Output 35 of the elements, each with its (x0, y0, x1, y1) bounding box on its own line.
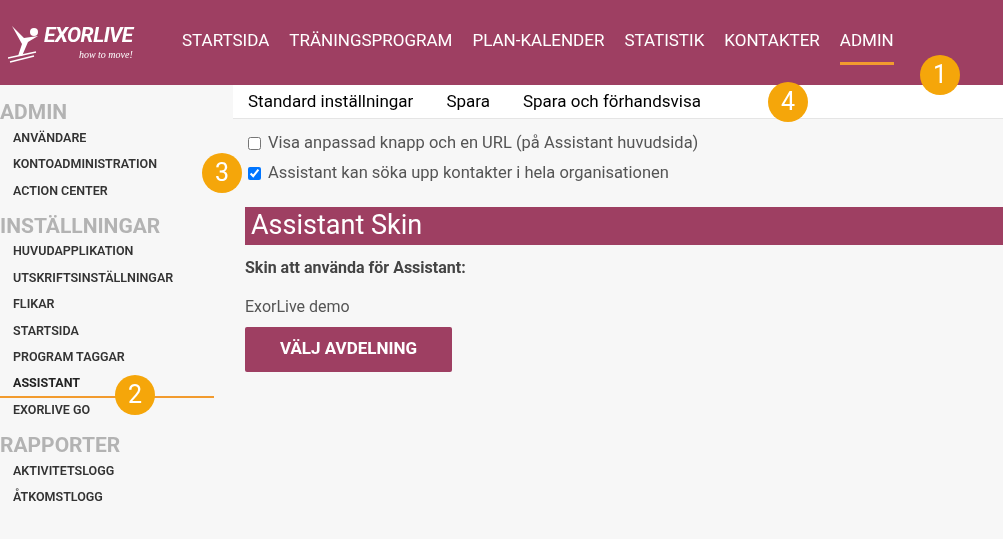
checkbox-label: Visa anpassad knapp och en URL (på Assistant huvudsida) (268, 132, 699, 154)
sidebar-item[interactable]: PROGRAM TAGGAR (13, 344, 125, 371)
toolbar-button[interactable]: Spara (446, 88, 490, 115)
checkbox[interactable] (248, 166, 261, 180)
nav-link[interactable]: PLAN-KALENDER (472, 20, 605, 65)
sidebar-heading: RAPPORTER (0, 432, 122, 458)
toolbar-button[interactable]: Standard inställningar (248, 88, 414, 115)
nav-link[interactable]: STATISTIK (624, 20, 705, 65)
sidebar-heading: ADMIN (0, 99, 69, 125)
field-value: ExorLive demo (245, 295, 351, 318)
sidebar-item[interactable]: KONTOADMINISTRATION (13, 151, 158, 178)
nav-link[interactable]: STARTSIDA (182, 20, 270, 65)
select-department-button[interactable]: VÄLJ AVDELNING (245, 326, 452, 372)
field-label: Skin att använda för Assistant: (245, 256, 467, 279)
toolbar-button[interactable]: Spara och förhandsvisa (522, 88, 701, 115)
sidebar-item[interactable]: EXORLIVE GO (13, 397, 91, 424)
sidebar-item[interactable]: STARTSIDA (13, 318, 79, 345)
callout-badge: 3 (202, 153, 242, 193)
sidebar-heading: INSTÄLLNINGAR (0, 212, 162, 239)
sidebar-item[interactable]: ACTION CENTER (13, 178, 108, 205)
sidebar-item[interactable]: HUVUDAPPLIKATION (13, 238, 134, 265)
checkbox[interactable] (248, 136, 261, 150)
sidebar-item[interactable]: ÅTKOMSTLOGG (13, 484, 103, 511)
checkbox-label: Assistant kan söka upp kontakter i hela organisationen (268, 161, 669, 184)
nav-link[interactable]: ADMIN (839, 20, 894, 65)
sidebar-item[interactable]: FLIKAR (13, 291, 55, 318)
sidebar-item[interactable]: AKTIVITETSLOGG (13, 458, 115, 485)
sidebar-item[interactable]: UTSKRIFTSINSTÄLLNINGAR (13, 265, 174, 292)
callout-badge: 2 (115, 375, 155, 415)
logo-tagline: how to move! (78, 50, 133, 60)
nav-link[interactable]: TRÄNINGSPROGRAM (289, 20, 453, 65)
logo-wordmark: EXORLIVE (44, 25, 133, 46)
sidebar-item[interactable]: ANVÄNDARE (13, 125, 87, 152)
nav-link[interactable]: KONTAKTER (724, 20, 820, 65)
section-header: Assistant Skin (245, 206, 1003, 245)
